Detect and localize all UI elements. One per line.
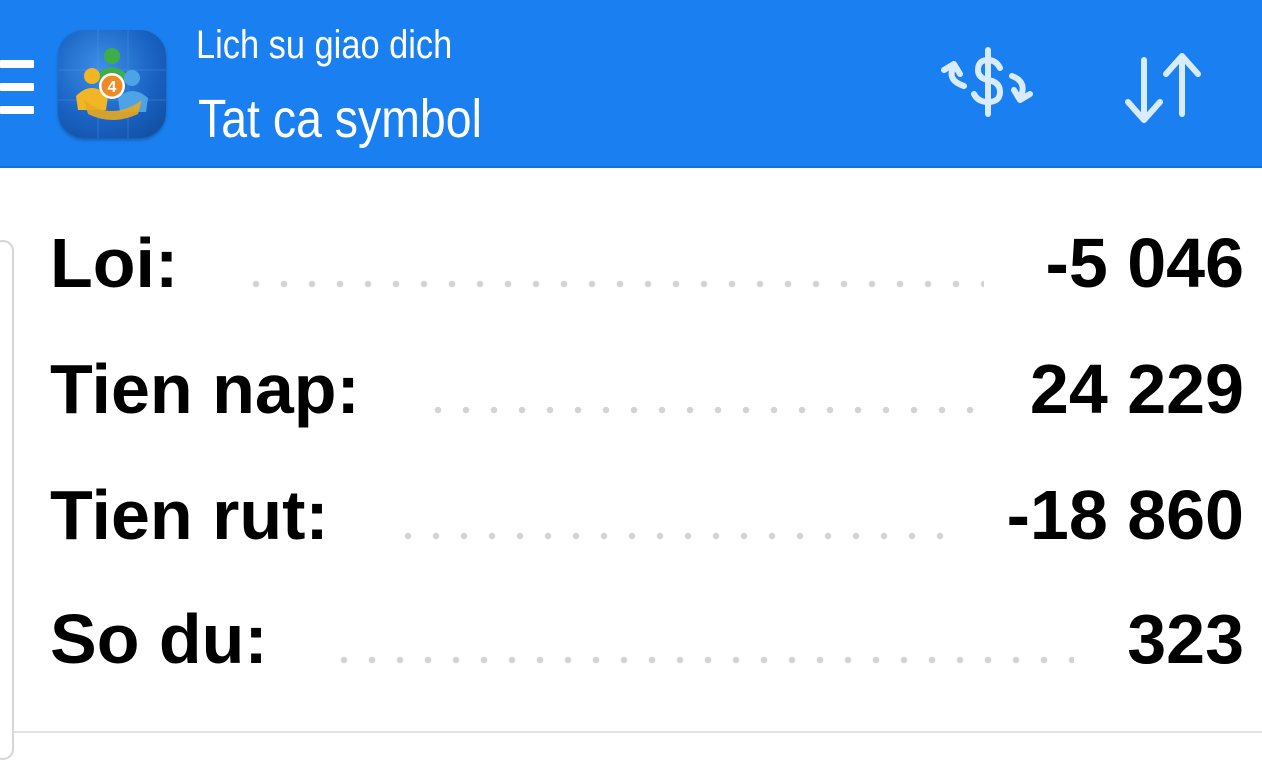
summary-row-profit: Loi: -5 046 — [50, 218, 1244, 308]
dotted-leader — [242, 280, 984, 288]
symbol-filter-label[interactable]: Tat ca symbol — [198, 86, 482, 152]
row-label: Tien nap: — [50, 350, 360, 428]
screen-title: Lich su giao dich — [196, 23, 453, 67]
app-bar: 4 Lich su giao dich Tat ca symbol — [0, 0, 1262, 168]
sort-arrows-icon[interactable] — [1114, 40, 1224, 136]
dollar-exchange-icon[interactable] — [930, 40, 1040, 136]
row-label: So du: — [50, 600, 268, 678]
dotted-leader — [394, 532, 946, 540]
summary-row-withdrawal: Tien rut: -18 860 — [50, 470, 1244, 560]
row-value: -18 860 — [1006, 476, 1244, 554]
summary-row-deposit: Tien nap: 24 229 — [50, 344, 1244, 434]
dotted-leader — [330, 656, 1074, 664]
row-label: Tien rut: — [50, 476, 329, 554]
row-value: 24 229 — [1029, 350, 1244, 428]
row-value: -5 046 — [1045, 224, 1244, 302]
dotted-leader — [424, 406, 976, 414]
hamburger-menu-icon[interactable] — [0, 60, 36, 114]
metatrader-4-logo-icon[interactable]: 4 — [58, 30, 166, 138]
history-summary: Loi: -5 046 Tien nap: 24 229 Tien rut: -… — [0, 170, 1262, 735]
divider — [14, 731, 1262, 733]
summary-row-balance: So du: 323 — [50, 594, 1244, 684]
row-label: Loi: — [50, 224, 179, 302]
row-value: 323 — [1127, 600, 1244, 678]
svg-text:4: 4 — [108, 79, 117, 96]
